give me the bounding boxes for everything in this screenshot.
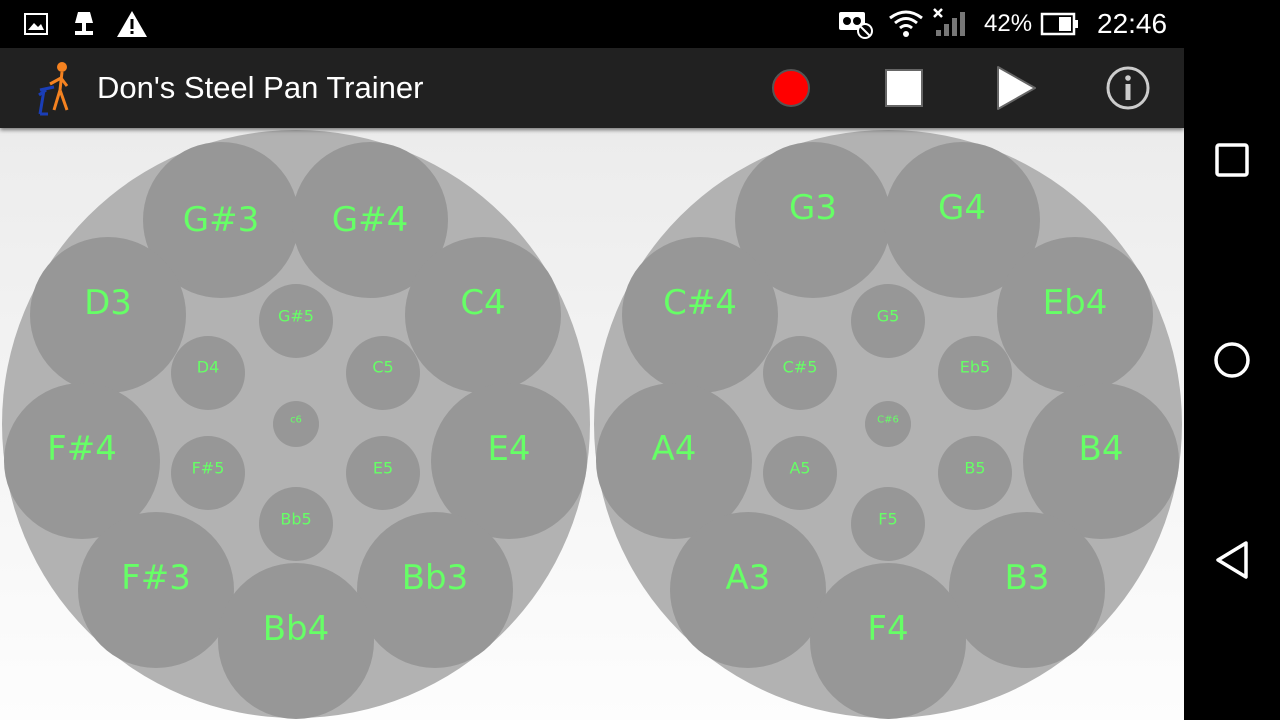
note-pad[interactable]: C#4 — [622, 237, 778, 393]
play-button[interactable] — [990, 62, 1042, 114]
note-label: F#3 — [121, 558, 191, 598]
note-pad[interactable]: A5 — [763, 436, 837, 510]
recents-button[interactable] — [1208, 136, 1256, 184]
note-label: D3 — [84, 283, 132, 323]
note-pad[interactable]: G5 — [851, 284, 925, 358]
note-pad[interactable]: F5 — [851, 487, 925, 561]
clock: 22:46 — [1097, 8, 1168, 39]
note-pad[interactable]: B3 — [949, 512, 1105, 668]
square-icon — [1215, 143, 1249, 177]
note-pad[interactable]: D4 — [171, 336, 245, 410]
note-pad[interactable]: G#5 — [259, 284, 333, 358]
stop-button[interactable] — [878, 62, 930, 114]
note-label: F#4 — [47, 429, 117, 469]
note-label: F4 — [867, 609, 908, 649]
steel-pan-player-logo — [38, 62, 69, 116]
left-pan: G#3 G#4 D3 C4 F#4 E4 F#3 Bb3 Bb4 G#5 D4 … — [2, 130, 590, 719]
note-label: C5 — [372, 358, 393, 377]
stop-icon — [885, 69, 923, 107]
note-pad[interactable]: C4 — [405, 237, 561, 393]
note-pad[interactable]: Bb4 — [218, 563, 374, 719]
note-label: B4 — [1079, 429, 1124, 469]
note-pad[interactable]: C#6 — [865, 401, 911, 447]
back-button[interactable] — [1208, 536, 1256, 584]
triangle-back-icon — [1216, 541, 1248, 579]
note-label: Bb3 — [402, 558, 469, 598]
content-area: G#3 G#4 D3 C4 F#4 E4 F#3 Bb3 Bb4 G#5 D4 … — [0, 128, 1184, 720]
lamp-icon — [75, 12, 93, 35]
right-pan: G3 G4 C#4 Eb4 A4 B4 A3 B3 F4 G5 C#5 Eb5 … — [594, 130, 1182, 719]
note-pad[interactable]: F#3 — [78, 512, 234, 668]
note-label: B3 — [1005, 558, 1050, 598]
note-label: D4 — [197, 358, 220, 377]
play-icon — [997, 66, 1036, 110]
note-label: E5 — [373, 459, 393, 478]
note-label: c6 — [290, 415, 302, 426]
note-label: C#4 — [663, 283, 737, 323]
note-pad[interactable]: B5 — [938, 436, 1012, 510]
image-icon — [24, 13, 48, 35]
note-label: A4 — [652, 429, 697, 469]
note-label: G5 — [877, 307, 900, 326]
note-label: F#5 — [192, 459, 225, 478]
wifi-icon — [889, 10, 923, 37]
note-label: Bb4 — [263, 609, 330, 649]
note-label: C4 — [460, 283, 505, 323]
note-pad[interactable]: F#5 — [171, 436, 245, 510]
status-bar: 42% 22:46 — [0, 0, 1184, 48]
note-label: G4 — [938, 188, 986, 228]
record-button[interactable] — [765, 62, 817, 114]
note-label: C#6 — [877, 415, 899, 426]
cast-blocked-icon — [839, 12, 873, 39]
info-icon — [1106, 66, 1150, 110]
battery-percentage: 42% — [984, 10, 1033, 37]
warning-icon — [117, 11, 147, 37]
note-label: G#5 — [278, 307, 314, 326]
note-label: A5 — [789, 459, 810, 478]
note-pad[interactable]: Eb4 — [997, 237, 1153, 393]
steel-pans: G#3 G#4 D3 C4 F#4 E4 F#3 Bb3 Bb4 G#5 D4 … — [2, 130, 1182, 719]
note-label: F5 — [878, 510, 897, 529]
record-icon — [772, 69, 810, 107]
app-title: Don's Steel Pan Trainer — [97, 70, 424, 105]
note-label: Eb5 — [960, 358, 990, 377]
note-pad[interactable]: F4 — [810, 563, 966, 719]
note-pad[interactable]: Bb3 — [357, 512, 513, 668]
note-label: G3 — [789, 188, 837, 228]
no-signal-icon — [933, 8, 965, 36]
note-pad[interactable]: Bb5 — [259, 487, 333, 561]
note-pad[interactable]: E5 — [346, 436, 420, 510]
note-label: A3 — [726, 558, 771, 598]
note-label: B5 — [964, 459, 985, 478]
home-button[interactable] — [1208, 336, 1256, 384]
note-label: C#5 — [783, 358, 818, 377]
info-button[interactable] — [1102, 62, 1154, 114]
note-label: G#4 — [332, 200, 408, 240]
note-pad[interactable]: Eb5 — [938, 336, 1012, 410]
note-label: E4 — [487, 429, 530, 469]
note-label: Bb5 — [280, 510, 311, 529]
note-label: Eb4 — [1043, 283, 1108, 323]
navigation-bar — [1184, 0, 1280, 720]
note-pad[interactable]: C5 — [346, 336, 420, 410]
note-pad[interactable]: C#5 — [763, 336, 837, 410]
note-pad[interactable]: D3 — [30, 237, 186, 393]
note-label: G#3 — [183, 200, 259, 240]
app-bar: Don's Steel Pan Trainer — [0, 48, 1184, 128]
note-pad[interactable]: c6 — [273, 401, 319, 447]
circle-icon — [1214, 342, 1250, 378]
note-pad[interactable]: A3 — [670, 512, 826, 668]
battery-icon — [1040, 12, 1078, 36]
